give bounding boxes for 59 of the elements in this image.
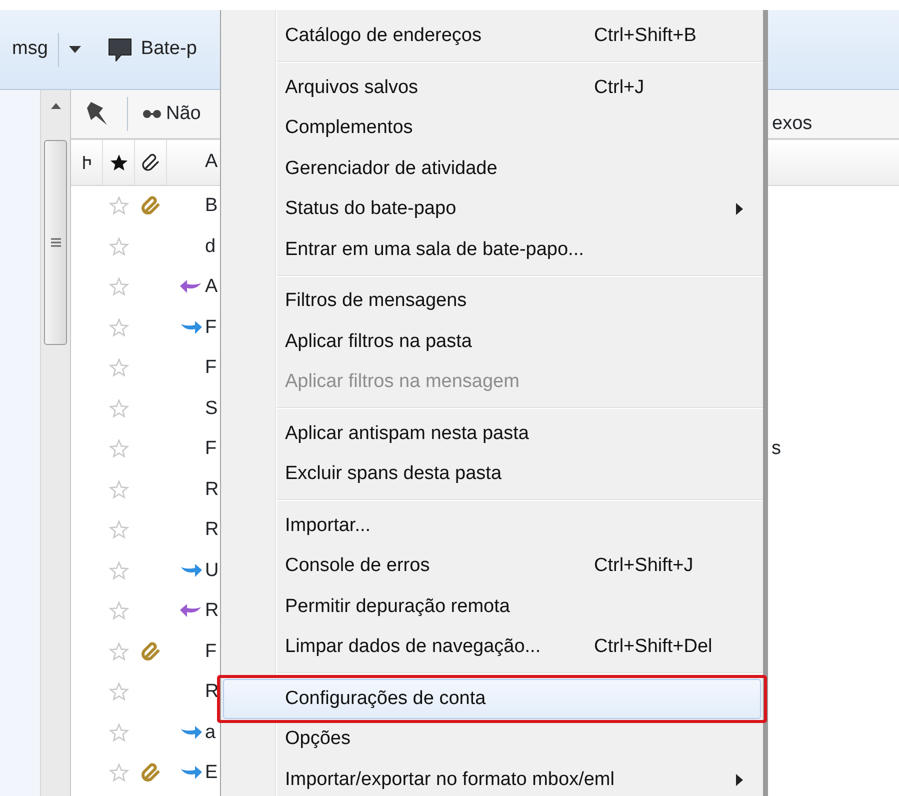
star-outline-icon[interactable] (109, 398, 129, 419)
message-subject: R (204, 599, 219, 623)
menu-item[interactable]: Status do bate-papo (223, 189, 761, 230)
menu-item[interactable]: Aplicar antispam nesta pasta (223, 414, 761, 454)
message-subject: R (204, 680, 219, 704)
star-outline-icon[interactable] (109, 642, 129, 662)
menu-item[interactable]: Excluir spans desta pasta (223, 454, 761, 494)
star-outline-icon[interactable] (109, 277, 129, 298)
message-subject: B (204, 194, 218, 218)
message-subject: F (204, 356, 217, 380)
menu-item[interactable]: Importar... (223, 506, 761, 546)
filter-button-label[interactable]: exos (772, 110, 812, 138)
message-subject: d (204, 234, 216, 258)
star-outline-icon[interactable] (109, 682, 129, 702)
message-cell-text: s (772, 437, 781, 461)
star-outline-icon[interactable] (109, 318, 129, 338)
star-outline-icon[interactable] (109, 358, 129, 378)
chat-bubble-icon (106, 36, 133, 62)
message-subject: U (204, 558, 219, 582)
star-outline-icon[interactable] (109, 236, 129, 257)
message-subject: A (204, 275, 218, 299)
menu-item[interactable]: Opções (223, 719, 761, 760)
menu-item[interactable]: Importar/exportar no formato mbox/eml (223, 760, 761, 796)
message-subject: S (204, 396, 218, 420)
message-subject: R (204, 478, 219, 502)
star-outline-icon[interactable] (109, 439, 129, 460)
message-subject: F (204, 437, 217, 461)
menu-item[interactable]: Filtros de mensagens (223, 281, 761, 322)
menu-item[interactable]: Arquivos salvos Ctrl+J (223, 68, 761, 108)
star-outline-icon[interactable] (109, 480, 129, 500)
caret-icon[interactable] (68, 46, 81, 54)
thread-icon[interactable] (82, 156, 92, 170)
star-icon[interactable] (108, 152, 128, 172)
message-subject: E (204, 761, 218, 785)
menu-item[interactable]: Entrar em uma sala de bate-papo... (223, 230, 761, 270)
message-subject: F (204, 640, 217, 664)
chat-button[interactable]: Bate-p (106, 35, 197, 64)
menu-item[interactable]: Permitir depuração remota (223, 586, 761, 627)
paperclip-icon[interactable] (140, 152, 160, 172)
menu-item[interactable]: Configurações de conta (223, 678, 761, 719)
menu-item[interactable]: Catálogo de endereços Ctrl+Shift+B (223, 16, 761, 56)
unread-filter-button[interactable]: Não (142, 100, 201, 128)
glasses-icon (142, 109, 162, 119)
menu-item[interactable]: Limpar dados de navegação... Ctrl+Shift+Del (223, 627, 761, 668)
message-subject: F (204, 316, 217, 340)
star-outline-icon[interactable] (109, 560, 129, 581)
menu-item[interactable]: Console de erros Ctrl+Shift+J (223, 546, 761, 586)
grip-icon (50, 238, 60, 247)
star-outline-icon[interactable] (109, 196, 129, 216)
scroll-up-icon[interactable] (50, 102, 62, 110)
message-subject: R (204, 518, 219, 542)
star-outline-icon[interactable] (109, 763, 129, 784)
toolbar-button[interactable]: msg (12, 35, 48, 64)
message-subject: a (204, 720, 216, 744)
menu-item[interactable]: Aplicar filtros na pasta (223, 322, 761, 362)
star-outline-icon[interactable] (109, 722, 129, 743)
star-outline-icon[interactable] (109, 601, 129, 622)
scrollbar-thumb[interactable] (44, 140, 67, 345)
star-outline-icon[interactable] (109, 520, 129, 540)
